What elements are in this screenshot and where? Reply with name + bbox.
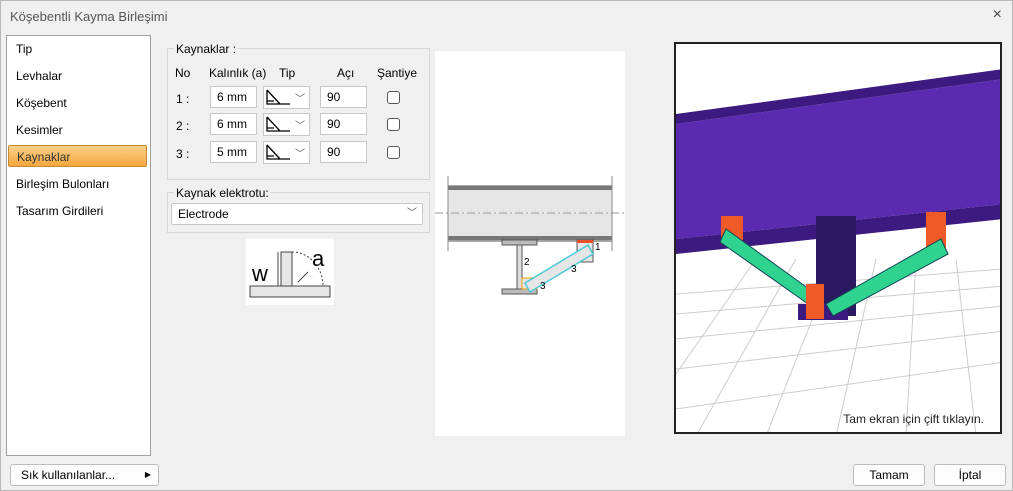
- favorites-button[interactable]: Sık kullanılanlar... ▶: [10, 464, 159, 486]
- welds-group-title: Kaynaklar :: [174, 42, 239, 56]
- row-no: 1 :: [176, 92, 190, 106]
- 3d-model-render: [676, 69, 1000, 432]
- fillet-weld-icon: [266, 89, 290, 105]
- weld-label-3b: 3: [540, 281, 546, 292]
- weld-label-1: 1: [595, 242, 601, 253]
- sidebar: Tip Levhalar Köşebent Kesimler Kaynaklar…: [6, 35, 151, 456]
- sidebar-item-kosebent[interactable]: Köşebent: [8, 92, 147, 114]
- connection-section-diagram: 1 2 3 3: [435, 51, 625, 436]
- favorites-label: Sık kullanılanlar...: [21, 468, 116, 482]
- weld-label-2: 2: [524, 257, 530, 268]
- thickness-input[interactable]: 5 mm: [210, 141, 257, 163]
- fullscreen-hint: Tam ekran için çift tıklayın.: [843, 412, 984, 426]
- chevron-down-icon: ﹀: [407, 208, 417, 219]
- weld-type-select[interactable]: ﹀: [263, 86, 310, 109]
- header-angle: Açı: [337, 66, 355, 80]
- fillet-weld-icon: [266, 116, 290, 132]
- thickness-input[interactable]: 6 mm: [210, 113, 257, 135]
- header-site: Şantiye: [377, 66, 418, 80]
- dialog-window: Köşebentli Kayma Birleşimi × Tip Levhala…: [0, 0, 1013, 491]
- w-label: w: [251, 261, 268, 286]
- electrode-value: Electrode: [178, 207, 229, 221]
- sidebar-item-kesimler[interactable]: Kesimler: [8, 119, 147, 141]
- weld-type-select[interactable]: ﹀: [263, 141, 310, 164]
- electrode-select[interactable]: Electrode ﹀: [171, 203, 423, 225]
- 3d-viewer[interactable]: Tam ekran için çift tıklayın.: [674, 42, 1002, 434]
- header-no: No: [175, 66, 191, 80]
- sidebar-item-birlesim-bulonlari[interactable]: Birleşim Bulonları: [8, 173, 147, 195]
- chevron-right-icon: ▶: [144, 470, 151, 479]
- sidebar-item-kaynaklar[interactable]: Kaynaklar: [8, 145, 147, 167]
- electrode-group-title: Kaynak elektrotu:: [174, 186, 271, 200]
- cancel-button[interactable]: İptal: [934, 464, 1006, 486]
- angle-input[interactable]: 90: [320, 141, 367, 163]
- fillet-weld-icon: [266, 144, 290, 160]
- weld-label-3: 3: [571, 264, 577, 275]
- site-weld-checkbox[interactable]: [387, 118, 400, 131]
- weld-size-diagram: w a: [246, 239, 334, 305]
- chevron-down-icon: ﹀: [295, 121, 305, 132]
- sidebar-item-tasarim-girdileri[interactable]: Tasarım Girdileri: [8, 200, 147, 222]
- sidebar-item-tip[interactable]: Tip: [8, 38, 147, 60]
- header-thickness: Kalınlık (a): [209, 66, 267, 80]
- chevron-down-icon: ﹀: [295, 94, 305, 105]
- angle-input[interactable]: 90: [320, 113, 367, 135]
- close-icon[interactable]: ×: [993, 6, 1002, 24]
- thickness-input[interactable]: 6 mm: [210, 86, 257, 108]
- chevron-down-icon: ﹀: [295, 149, 305, 160]
- a-label: a: [312, 246, 325, 271]
- row-no: 2 :: [176, 119, 190, 133]
- header-type: Tip: [279, 66, 296, 80]
- ok-button[interactable]: Tamam: [853, 464, 925, 486]
- angle-input[interactable]: 90: [320, 86, 367, 108]
- sidebar-item-levhalar[interactable]: Levhalar: [8, 65, 147, 87]
- weld-type-select[interactable]: ﹀: [263, 113, 310, 136]
- site-weld-checkbox[interactable]: [387, 91, 400, 104]
- window-title: Köşebentli Kayma Birleşimi: [10, 9, 168, 24]
- row-no: 3 :: [176, 147, 190, 161]
- site-weld-checkbox[interactable]: [387, 146, 400, 159]
